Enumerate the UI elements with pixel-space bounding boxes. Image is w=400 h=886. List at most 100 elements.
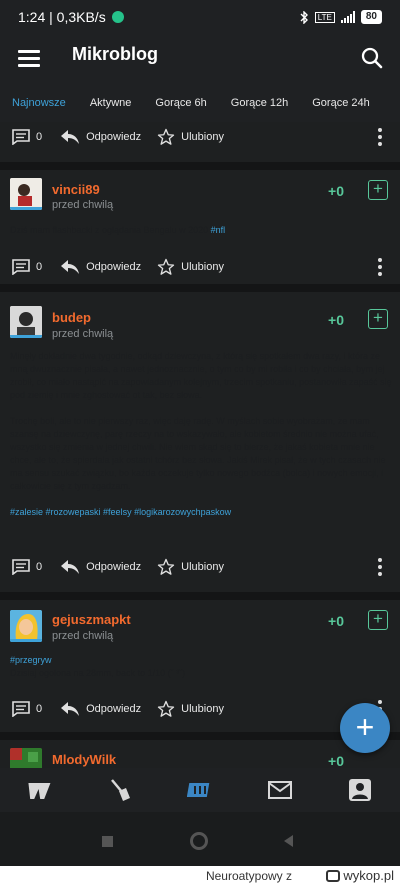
post-actions: 0 Odpowiedz Ulubiony xyxy=(0,552,400,582)
post-time: przed chwilą xyxy=(52,199,114,211)
star-icon xyxy=(157,128,175,145)
reply-button[interactable]: Odpowiedz xyxy=(60,129,141,145)
vote-count: +0 xyxy=(328,613,344,629)
post-paragraph: Minęły dokładnie dwa tygodnie, odkąd dzi… xyxy=(10,351,392,400)
upvote-button[interactable]: + xyxy=(368,309,388,329)
avatar[interactable] xyxy=(10,178,42,210)
wykop-logo-icon xyxy=(326,869,341,882)
reply-icon xyxy=(61,560,80,574)
tab-gorace-6h[interactable]: Gorące 6h xyxy=(143,97,218,109)
reply-icon xyxy=(61,260,80,274)
comments-button[interactable]: 0 xyxy=(12,701,42,717)
avatar[interactable] xyxy=(10,610,42,642)
recents-button[interactable] xyxy=(102,836,113,847)
favorite-label: Ulubiony xyxy=(181,261,224,273)
bottom-navigation xyxy=(0,768,400,812)
reply-button[interactable]: Odpowiedz xyxy=(60,701,141,717)
app-bar: Mikroblog xyxy=(0,34,400,84)
post-paragraph: Trochę boli, ale to nie pierwszy raz, wi… xyxy=(10,416,386,491)
comment-count: 0 xyxy=(36,261,43,273)
signal-icon xyxy=(340,11,355,23)
search-icon[interactable] xyxy=(360,46,384,70)
new-post-button[interactable]: + xyxy=(340,703,390,753)
home-button[interactable] xyxy=(190,832,208,850)
feed-tabs: Najnowsze Aktywne Gorące 6h Gorące 12h G… xyxy=(0,84,400,122)
post-time: przed chwilą xyxy=(52,328,114,340)
post-card: vincii89 przed chwilą +0 + Dziś mam flas… xyxy=(0,170,400,284)
comments-button[interactable]: 0 xyxy=(12,259,42,275)
author-name[interactable]: MlodyWilk xyxy=(52,752,116,767)
comment-count: 0 xyxy=(36,703,43,715)
mikroblog-icon[interactable] xyxy=(186,776,214,804)
reply-button[interactable]: Odpowiedz xyxy=(60,559,141,575)
wykop-logo-text: wykop.pl xyxy=(343,868,394,883)
back-button[interactable] xyxy=(284,835,293,847)
mail-icon[interactable] xyxy=(266,776,294,804)
favorite-button[interactable]: Ulubiony xyxy=(157,128,224,146)
post-time: przed chwilą xyxy=(52,630,114,642)
more-icon[interactable] xyxy=(378,128,382,149)
reply-label: Odpowiedz xyxy=(86,131,142,143)
tab-aktywne[interactable]: Aktywne xyxy=(78,97,144,109)
hashtag-list[interactable]: #zalesie #rozowepaski #feelsy #logikaroz… xyxy=(10,506,392,519)
shovel-icon[interactable] xyxy=(106,776,134,804)
avatar[interactable] xyxy=(10,306,42,338)
post-actions: 0 Odpowiedz Ulubiony xyxy=(0,122,400,152)
hashtag-link[interactable]: #przegryw xyxy=(10,654,392,667)
post-body: #przegryw Dzisiaj ogolona na 28mm, back … xyxy=(10,654,392,680)
comments-button[interactable]: 0 xyxy=(12,129,42,145)
battery-icon: 80 xyxy=(360,10,382,24)
favorite-label: Ulubiony xyxy=(181,131,224,143)
post-card: gejuszmapkt przed chwilą +0 + #przegryw … xyxy=(0,600,400,732)
upvote-button[interactable]: + xyxy=(368,610,388,630)
author-name[interactable]: gejuszmapkt xyxy=(52,612,131,627)
tab-gorace-24h[interactable]: Gorące 24h xyxy=(300,97,381,109)
star-icon xyxy=(157,558,175,575)
star-icon xyxy=(157,700,175,717)
reply-icon xyxy=(61,702,80,716)
status-time: 1:24 | 0,3KB/s xyxy=(18,9,106,25)
network-label: LTE xyxy=(314,11,335,23)
reply-button[interactable]: Odpowiedz xyxy=(60,259,141,275)
post-body: Minęły dokładnie dwa tygodnie, odkąd dzi… xyxy=(10,350,392,519)
favorite-button[interactable]: Ulubiony xyxy=(157,258,224,276)
profile-icon[interactable] xyxy=(346,776,374,804)
post-text: Dziś mam flashbacki z oglądania Bengalu … xyxy=(10,225,211,235)
reply-label: Odpowiedz xyxy=(86,703,142,715)
divider xyxy=(0,592,400,600)
comment-count: 0 xyxy=(36,561,43,573)
post-card: 0 Odpowiedz Ulubiony xyxy=(0,122,400,162)
comment-icon xyxy=(12,701,30,717)
avatar[interactable] xyxy=(10,748,42,768)
favorite-label: Ulubiony xyxy=(181,703,224,715)
wykop-w-icon[interactable] xyxy=(26,776,54,804)
comment-icon xyxy=(12,259,30,275)
app-title: Mikroblog xyxy=(72,44,158,64)
reply-label: Odpowiedz xyxy=(86,561,142,573)
upvote-button[interactable]: + xyxy=(368,180,388,200)
post-card: MlodyWilk +0 xyxy=(0,740,400,768)
status-bar: 1:24 | 0,3KB/s LTE 80 xyxy=(0,0,400,34)
reply-label: Odpowiedz xyxy=(86,261,142,273)
menu-icon[interactable] xyxy=(18,50,40,68)
reply-icon xyxy=(61,130,80,144)
comment-count: 0 xyxy=(36,131,43,143)
vote-count: +0 xyxy=(328,312,344,328)
watermark-footer: Neuroatypowy z wykop.pl xyxy=(0,866,400,886)
shield-icon xyxy=(111,11,124,23)
hashtag-link[interactable]: #nfl xyxy=(211,225,226,235)
more-icon[interactable] xyxy=(378,258,382,279)
comment-icon xyxy=(12,129,30,145)
tab-najnowsze[interactable]: Najnowsze xyxy=(0,97,78,109)
author-name[interactable]: budep xyxy=(52,310,91,325)
tab-gorace-12h[interactable]: Gorące 12h xyxy=(219,97,300,109)
author-name[interactable]: vincii89 xyxy=(52,182,100,197)
more-icon[interactable] xyxy=(378,558,382,579)
wykop-logo: wykop.pl xyxy=(326,868,394,883)
watermark-text: Neuroatypowy z xyxy=(205,869,292,883)
comments-button[interactable]: 0 xyxy=(12,559,42,575)
divider xyxy=(0,284,400,292)
bluetooth-icon xyxy=(300,10,308,24)
favorite-button[interactable]: Ulubiony xyxy=(157,558,224,576)
favorite-button[interactable]: Ulubiony xyxy=(157,700,224,718)
